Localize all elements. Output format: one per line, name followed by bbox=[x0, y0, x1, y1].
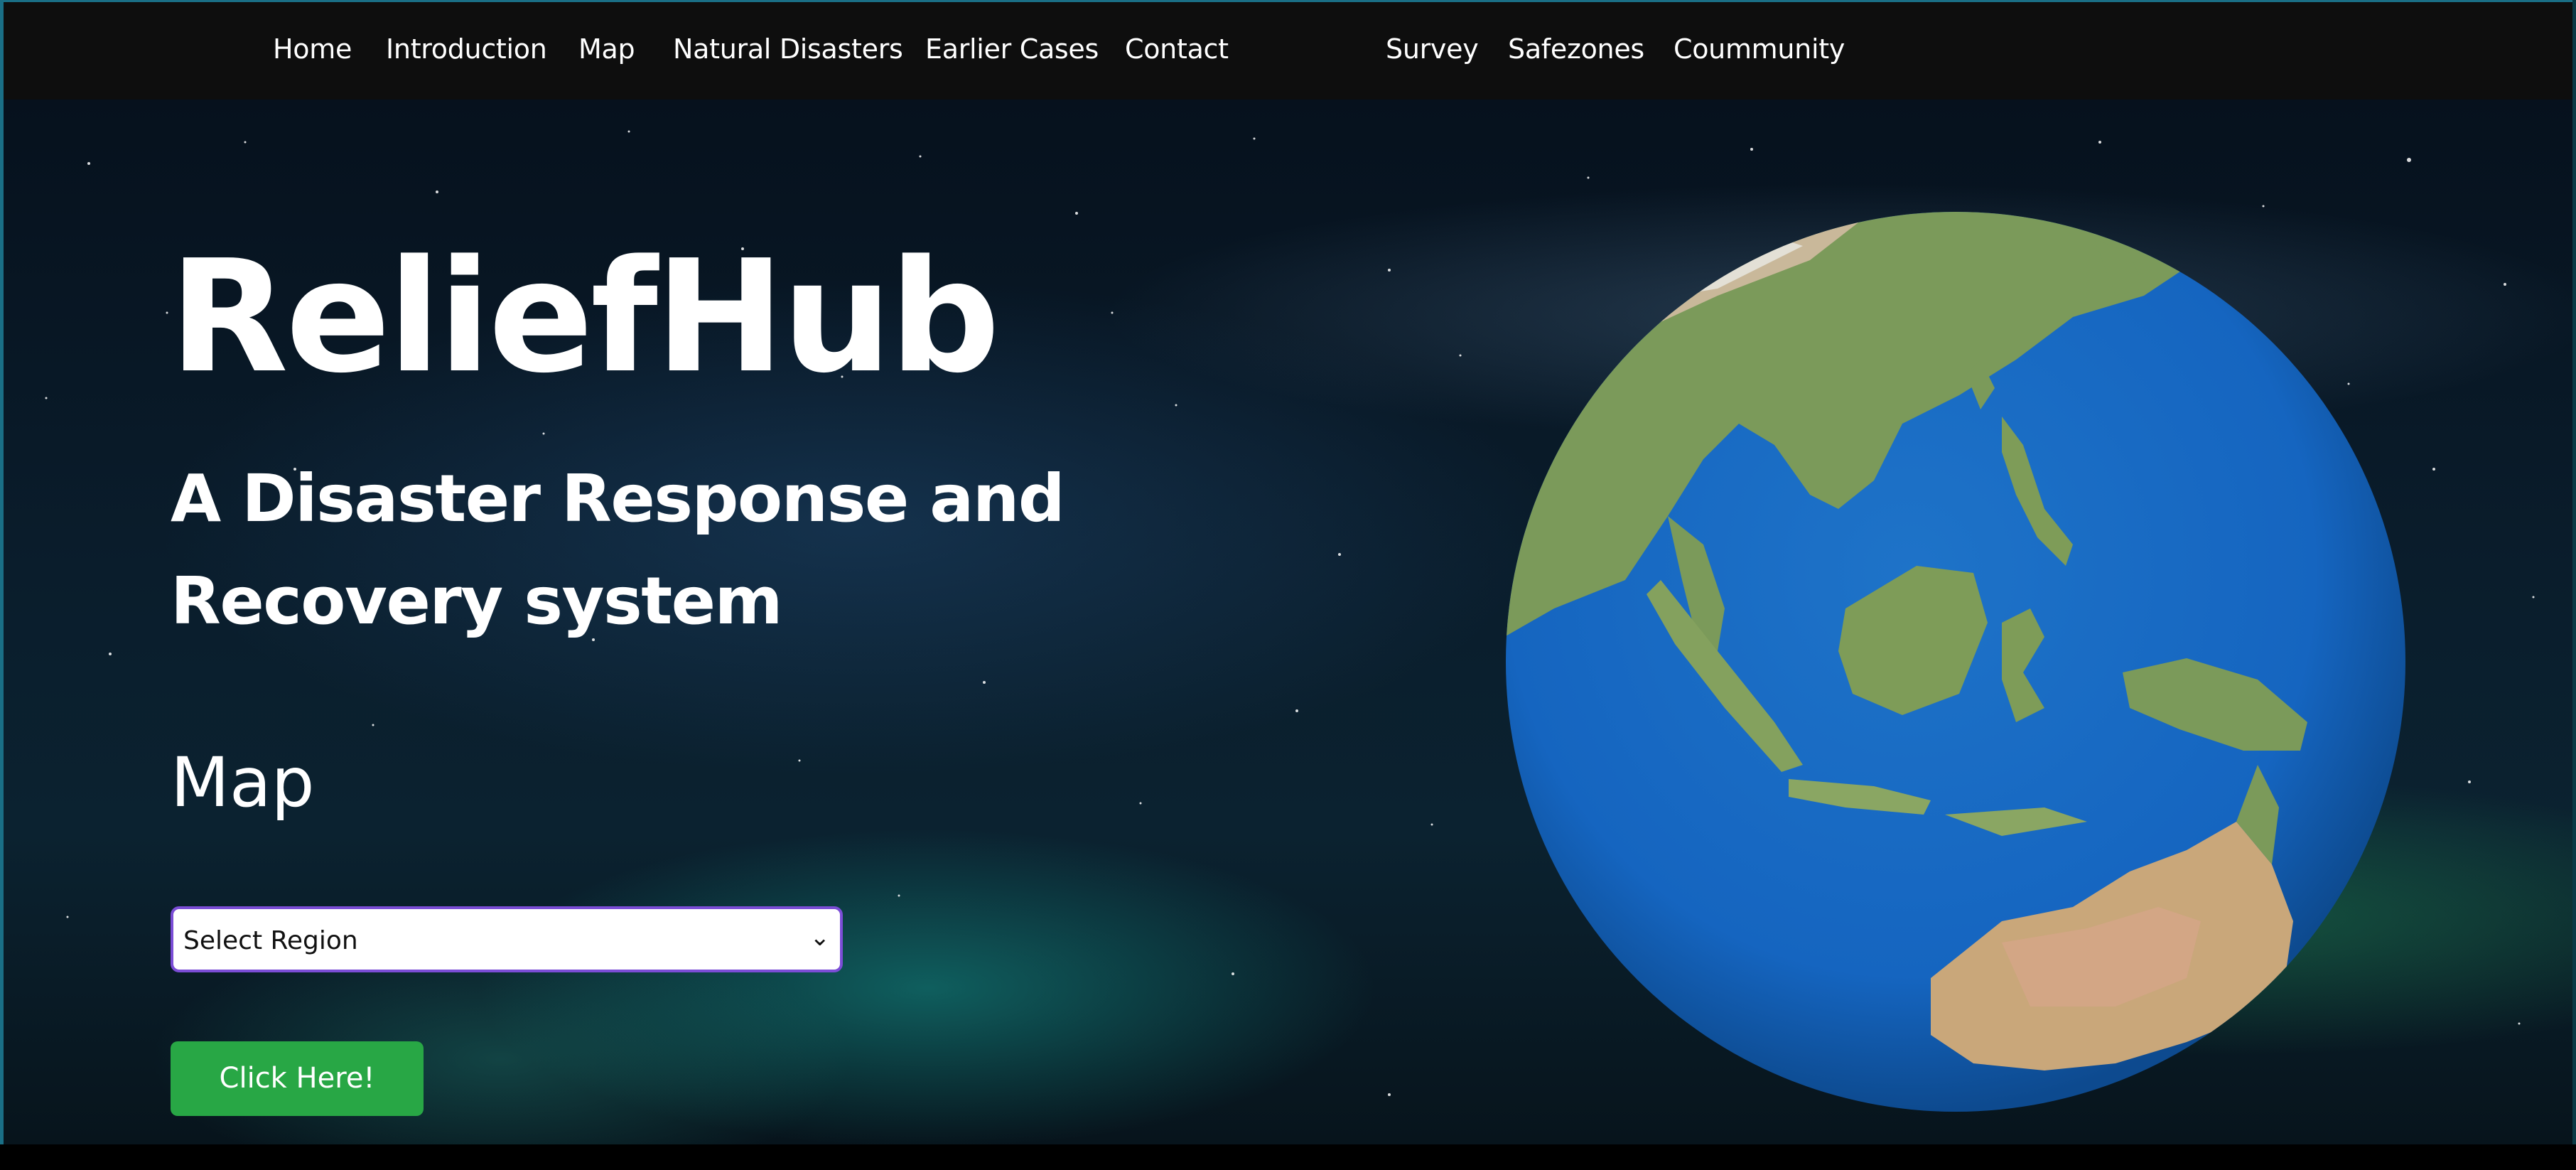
tagline-line-2: Recovery system bbox=[171, 563, 782, 639]
brand-title: ReliefHub bbox=[169, 227, 1001, 407]
nav-map[interactable]: Map bbox=[578, 33, 635, 65]
earth-globe-image bbox=[1506, 212, 2405, 1112]
nav-home[interactable]: Home bbox=[273, 33, 352, 65]
bottom-strip bbox=[0, 1144, 2576, 1170]
region-select[interactable]: Select Region ⌄ bbox=[171, 906, 843, 972]
nav-safezones[interactable]: Safezones bbox=[1508, 33, 1644, 65]
region-select-value: Select Region bbox=[183, 926, 358, 955]
chevron-down-icon: ⌄ bbox=[809, 923, 831, 952]
nav-introduction[interactable]: Introduction bbox=[386, 33, 547, 65]
top-navbar: Home Introduction Map Natural Disasters … bbox=[4, 2, 2572, 100]
nav-community[interactable]: Coummunity bbox=[1674, 33, 1845, 65]
tagline: A Disaster Response and Recovery system bbox=[171, 448, 1094, 653]
nav-earlier-cases[interactable]: Earlier Cases bbox=[925, 33, 1099, 65]
map-heading: Map bbox=[171, 743, 315, 822]
nav-contact[interactable]: Contact bbox=[1125, 33, 1229, 65]
nav-natural-disasters[interactable]: Natural Disasters bbox=[673, 33, 903, 65]
hero-section: ReliefHub A Disaster Response and Recove… bbox=[4, 100, 2572, 1144]
click-here-button[interactable]: Click Here! bbox=[171, 1041, 424, 1116]
tagline-line-1: A Disaster Response and bbox=[171, 461, 1065, 537]
nav-survey[interactable]: Survey bbox=[1386, 33, 1479, 65]
